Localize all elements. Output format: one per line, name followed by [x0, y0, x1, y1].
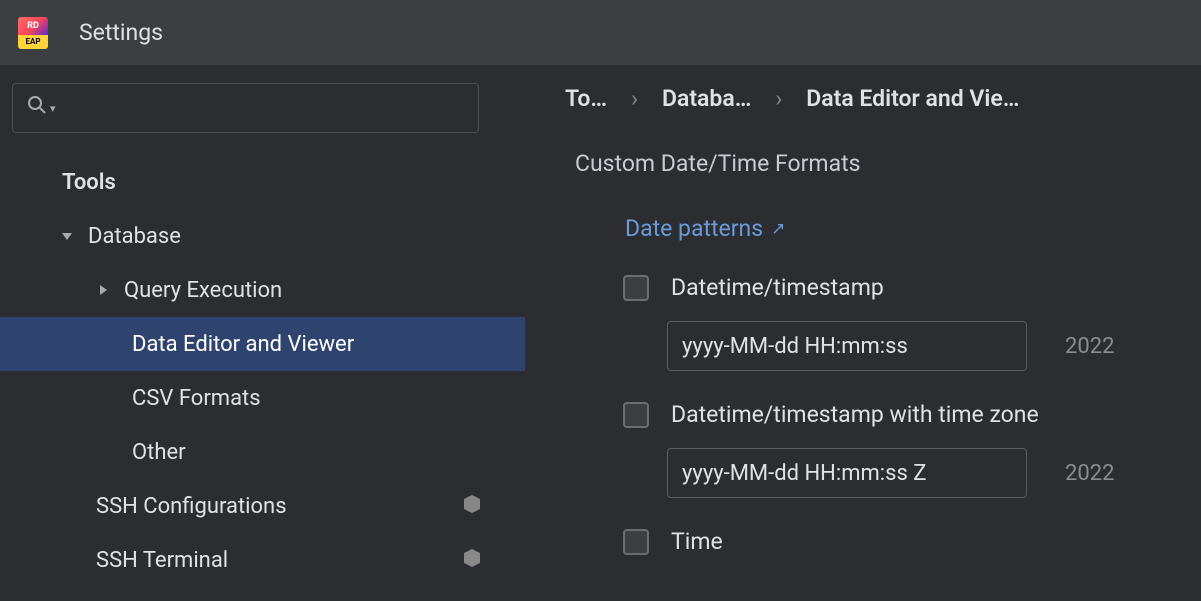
tree-label: SSH Configurations [96, 494, 464, 519]
sidebar: ▾ Tools Database Query Execution Data Ed… [0, 65, 525, 601]
breadcrumb-item[interactable]: Databa… [662, 85, 751, 112]
datetime-tz-input-row: 2022 [667, 448, 1201, 498]
search-input[interactable]: ▾ [12, 83, 479, 133]
datetime-tz-format-input[interactable] [667, 448, 1027, 498]
checkbox-label: Datetime/timestamp [671, 274, 884, 301]
app-icon: RD EAP [15, 15, 51, 51]
chevron-down-icon: ▾ [50, 102, 56, 115]
tree-item-other[interactable]: Other [0, 425, 525, 479]
time-row: Time [623, 528, 1201, 555]
project-badge-icon [464, 549, 480, 572]
datetime-input-row: 2022 [667, 321, 1201, 371]
datetime-tz-checkbox[interactable] [623, 402, 649, 428]
datetime-timestamp-row: Datetime/timestamp [623, 274, 1201, 301]
tree-label: Data Editor and Viewer [132, 332, 525, 357]
time-checkbox[interactable] [623, 529, 649, 555]
tree-item-data-editor-viewer[interactable]: Data Editor and Viewer [0, 317, 525, 371]
tree-item-database[interactable]: Database [0, 209, 525, 263]
titlebar: RD EAP Settings [0, 0, 1201, 65]
app-icon-rd: RD [18, 17, 48, 35]
search-icon [27, 95, 47, 121]
external-link-icon: ↗ [771, 219, 785, 239]
project-badge-icon [464, 495, 480, 518]
chevron-right-icon [96, 283, 124, 297]
tree-item-ssh-configurations[interactable]: SSH Configurations [0, 479, 525, 533]
chevron-right-icon: › [775, 85, 782, 112]
tree-label: SSH Terminal [96, 548, 464, 573]
datetime-checkbox[interactable] [623, 275, 649, 301]
tree-label: Other [132, 440, 525, 465]
chevron-down-icon [60, 229, 88, 243]
datetime-format-input[interactable] [667, 321, 1027, 371]
link-label: Date patterns [625, 215, 763, 242]
tree-label: Query Execution [124, 278, 525, 303]
datetime-tz-row: Datetime/timestamp with time zone [623, 401, 1201, 428]
chevron-right-icon: › [631, 85, 638, 112]
tree-label: CSV Formats [132, 386, 525, 411]
content-panel: To… › Databa… › Data Editor and Vie… Cus… [525, 65, 1201, 601]
tree-item-query-execution[interactable]: Query Execution [0, 263, 525, 317]
tree-label: Tools [62, 170, 525, 195]
tree-item-csv-formats[interactable]: CSV Formats [0, 371, 525, 425]
settings-tree: Tools Database Query Execution Data Edit… [0, 155, 525, 587]
app-icon-eap: EAP [18, 35, 48, 49]
tree-item-tools[interactable]: Tools [0, 155, 525, 209]
tree-label: Database [88, 224, 525, 249]
section-title: Custom Date/Time Formats [565, 150, 1201, 177]
date-patterns-link[interactable]: Date patterns ↗ [625, 215, 785, 242]
datetime-preview: 2022 [1065, 334, 1114, 359]
breadcrumb: To… › Databa… › Data Editor and Vie… [565, 85, 1201, 112]
tree-item-ssh-terminal[interactable]: SSH Terminal [0, 533, 525, 587]
checkbox-label: Time [671, 528, 723, 555]
breadcrumb-item: Data Editor and Vie… [806, 85, 1019, 112]
breadcrumb-item[interactable]: To… [565, 85, 607, 112]
checkbox-label: Datetime/timestamp with time zone [671, 401, 1039, 428]
window-title: Settings [79, 19, 163, 46]
datetime-tz-preview: 2022 [1065, 461, 1114, 486]
